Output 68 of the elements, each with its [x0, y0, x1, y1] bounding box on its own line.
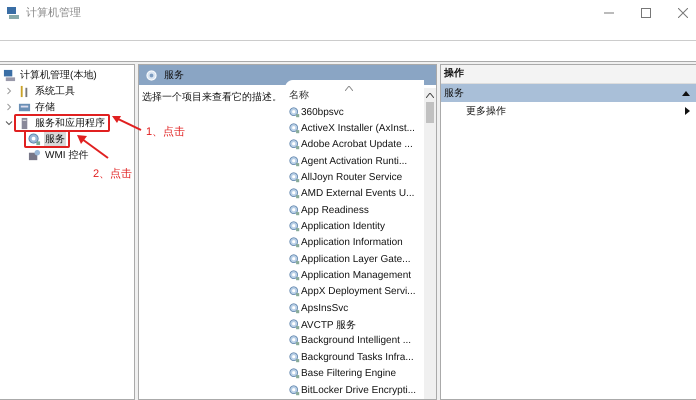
service-name[interactable]: ActiveX Installer (AxInst...: [301, 123, 415, 134]
gear-icon: [289, 188, 300, 200]
panel-title: 服务: [164, 69, 184, 82]
maximize-icon[interactable]: [641, 8, 651, 18]
service-name[interactable]: ApsInsSvc: [301, 302, 348, 314]
gear-icon: [289, 237, 300, 248]
computer-icon: [3, 68, 16, 82]
gear-icon: [289, 156, 300, 167]
collapse-icon[interactable]: [682, 90, 690, 96]
gear-icon: [289, 319, 300, 330]
gear-icon: [289, 254, 300, 265]
gear-icon: [289, 139, 300, 150]
window-title: 计算机管理: [26, 6, 81, 20]
service-name[interactable]: AllJoyn Router Service: [301, 172, 402, 184]
column-header[interactable]: 名称: [289, 90, 309, 101]
service-name[interactable]: Base Filtering Engine: [301, 368, 396, 380]
actions-header: 操作: [441, 65, 696, 84]
gear-icon: [289, 286, 300, 298]
gear-icon: [289, 106, 300, 118]
annotation-text: 1、点击: [146, 124, 186, 139]
service-name[interactable]: AVCTP 服务: [301, 318, 356, 332]
scrollbar-thumb[interactable]: [426, 102, 434, 123]
action-item[interactable]: 更多操作: [466, 104, 506, 118]
service-name[interactable]: AppX Deployment Servi...: [301, 286, 416, 298]
actions-section[interactable]: 服务: [441, 84, 696, 102]
service-name[interactable]: App Readiness: [301, 204, 369, 216]
service-name[interactable]: Background Intelligent ...: [301, 335, 412, 346]
tree-item[interactable]: 存储: [34, 100, 56, 114]
submenu-icon: [685, 107, 690, 115]
tree-item[interactable]: 服务: [44, 132, 66, 146]
scroll-up-icon[interactable]: [426, 93, 434, 98]
service-name[interactable]: Application Identity: [301, 221, 385, 232]
service-name[interactable]: Background Tasks Infra...: [301, 352, 414, 363]
chevron-icon[interactable]: [5, 119, 13, 127]
tree-item[interactable]: 系统工具: [34, 84, 76, 98]
tree-item[interactable]: 服务和应用程序: [34, 116, 106, 130]
service-name[interactable]: Application Information: [301, 237, 403, 248]
service-name[interactable]: 360bpsvc: [301, 106, 344, 118]
annotation-arrow: [112, 115, 142, 131]
scrollbar[interactable]: [424, 88, 436, 399]
annotation-text: 2、点击: [93, 166, 132, 181]
gear-icon: [289, 384, 300, 396]
gear-icon: [289, 302, 300, 314]
service-name[interactable]: Application Management: [301, 270, 412, 282]
annotation-arrow: [77, 135, 109, 159]
gear-icon: [289, 270, 300, 282]
gear-icon: [289, 123, 300, 134]
service-name[interactable]: BitLocker Drive Encrypti...: [301, 384, 416, 396]
section-title: 服务: [444, 87, 464, 100]
gear-icon: [289, 335, 300, 346]
gear-icon: [289, 172, 300, 184]
tree-item[interactable]: 计算机管理(本地): [19, 68, 98, 82]
gear-icon: [289, 204, 300, 216]
description-text: 选择一个项目来查看它的描述。: [142, 92, 282, 103]
gear-icon: [145, 68, 158, 82]
computer-management-icon: [6, 6, 20, 20]
service-name[interactable]: Application Layer Gate...: [301, 254, 411, 265]
gear-icon: [289, 221, 300, 232]
wmi-icon: [28, 148, 41, 162]
gear-icon: [289, 368, 300, 380]
close-icon[interactable]: [678, 8, 688, 18]
service-name[interactable]: Agent Activation Runti...: [301, 156, 408, 167]
sort-icon: [345, 86, 353, 91]
gear-icon: [28, 132, 41, 146]
gear-icon: [289, 352, 300, 363]
service-name[interactable]: AMD External Events U...: [301, 188, 414, 200]
service-name[interactable]: Adobe Acrobat Update ...: [301, 139, 413, 150]
tree-item[interactable]: WMI 控件: [44, 148, 90, 162]
